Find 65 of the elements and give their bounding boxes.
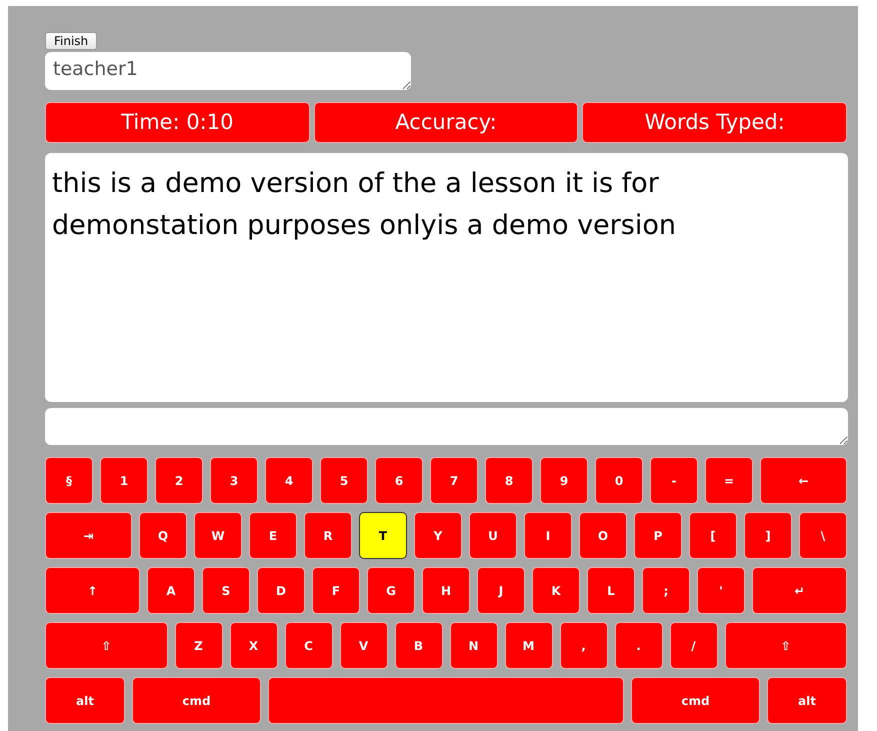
keyboard-key[interactable]: V: [340, 622, 388, 669]
stat-panel: Words Typed:: [582, 102, 848, 143]
keyboard-key[interactable]: U: [469, 512, 517, 559]
keyboard-key[interactable]: Z: [174, 622, 222, 669]
keyboard-key[interactable]: 8: [485, 457, 533, 504]
keyboard-key[interactable]: X: [230, 622, 278, 669]
typing-field[interactable]: [45, 408, 848, 445]
keyboard-key[interactable]: T: [359, 512, 407, 559]
keyboard-key[interactable]: C: [284, 622, 332, 669]
keyboard-key[interactable]: 2: [155, 457, 203, 504]
keyboard-key[interactable]: L: [587, 567, 635, 614]
keyboard-key[interactable]: N: [450, 622, 498, 669]
keyboard-key[interactable]: 6: [375, 457, 423, 504]
keyboard-key[interactable]: S: [202, 567, 250, 614]
keyboard-key[interactable]: M: [504, 622, 552, 669]
keyboard-key[interactable]: ]: [744, 512, 792, 559]
keyboard-key[interactable]: 3: [210, 457, 258, 504]
space-key[interactable]: [268, 677, 624, 724]
keyboard-key[interactable]: ': [697, 567, 745, 614]
keyboard-key[interactable]: 9: [540, 457, 588, 504]
keyboard-key[interactable]: K: [532, 567, 580, 614]
keyboard-key[interactable]: ⇧: [724, 622, 847, 669]
keyboard-key[interactable]: cmd: [132, 677, 261, 724]
keyboard-key[interactable]: B: [394, 622, 442, 669]
keyboard-key[interactable]: 4: [265, 457, 313, 504]
keyboard-key[interactable]: H: [422, 567, 470, 614]
keyboard-key[interactable]: ⇧: [45, 622, 168, 669]
keyboard-key[interactable]: I: [524, 512, 572, 559]
keyboard-key[interactable]: J: [477, 567, 525, 614]
keyboard-key[interactable]: 5: [320, 457, 368, 504]
keyboard-key[interactable]: G: [367, 567, 415, 614]
keyboard-key[interactable]: \: [799, 512, 847, 559]
keyboard-key[interactable]: A: [147, 567, 195, 614]
stat-panel: Accuracy:: [314, 102, 578, 143]
keyboard-key[interactable]: W: [194, 512, 242, 559]
finish-button[interactable]: Finish: [45, 32, 98, 50]
keyboard-key[interactable]: 7: [430, 457, 478, 504]
keyboard-key[interactable]: P: [634, 512, 682, 559]
keyboard-key[interactable]: ;: [642, 567, 690, 614]
keyboard-key[interactable]: [: [689, 512, 737, 559]
keyboard-key[interactable]: §: [45, 457, 93, 504]
keyboard-key[interactable]: O: [579, 512, 627, 559]
keyboard-key[interactable]: =: [705, 457, 753, 504]
keyboard-key[interactable]: /: [670, 622, 718, 669]
keyboard-key[interactable]: 1: [100, 457, 148, 504]
keyboard-key[interactable]: -: [650, 457, 698, 504]
stat-panel: Time: 0:10: [45, 102, 310, 143]
keyboard-key[interactable]: 0: [595, 457, 643, 504]
keyboard-key[interactable]: Q: [139, 512, 187, 559]
keyboard-key[interactable]: Y: [414, 512, 462, 559]
keyboard-key[interactable]: .: [614, 622, 662, 669]
name-field[interactable]: teacher1: [45, 52, 411, 90]
keyboard-key[interactable]: R: [304, 512, 352, 559]
keyboard-key[interactable]: F: [312, 567, 360, 614]
keyboard-key[interactable]: alt: [45, 677, 125, 724]
lesson-text: this is a demo version of the a lesson it is for demonstation purposes onlyis a demo version: [45, 153, 848, 402]
keyboard-key[interactable]: E: [249, 512, 297, 559]
keyboard-key[interactable]: ←: [760, 457, 847, 504]
keyboard-key[interactable]: ⇥: [45, 512, 132, 559]
keyboard-key[interactable]: D: [257, 567, 305, 614]
keyboard-key[interactable]: ↑: [45, 567, 140, 614]
keyboard-key[interactable]: ,: [560, 622, 608, 669]
keyboard-key[interactable]: cmd: [631, 677, 760, 724]
keyboard-key[interactable]: ↵: [752, 567, 847, 614]
keyboard-key[interactable]: alt: [767, 677, 847, 724]
